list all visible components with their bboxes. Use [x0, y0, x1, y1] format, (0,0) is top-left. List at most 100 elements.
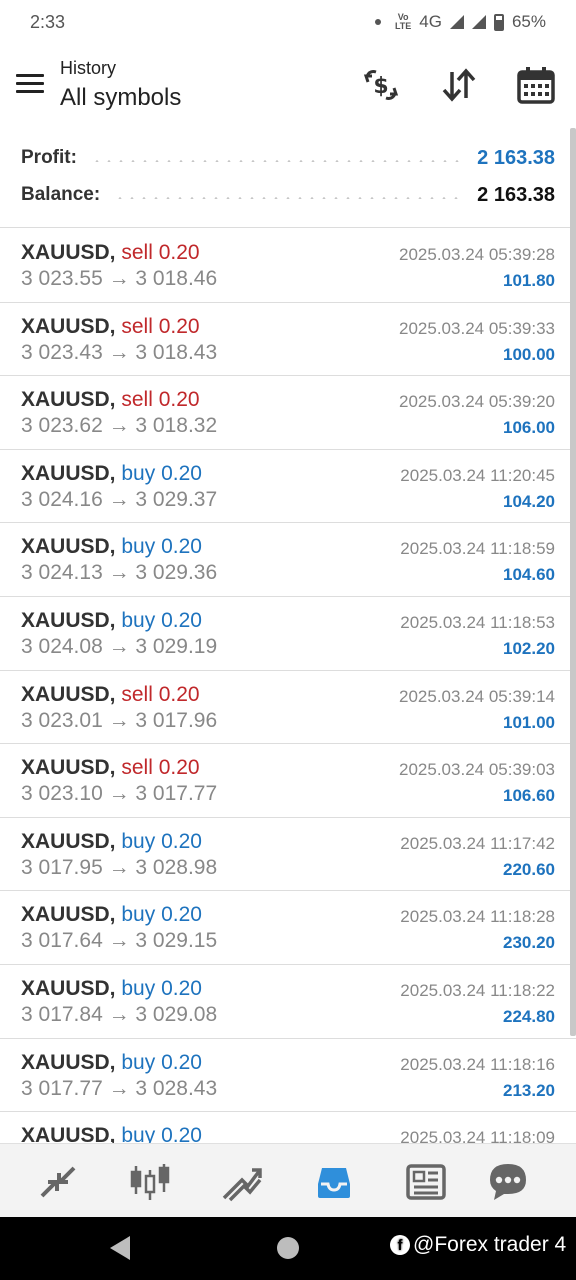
trade-side: buy 0.20 — [121, 461, 202, 485]
trade-row[interactable]: XAUUSD, buy 0.20 3 017.77 → 3 028.43 2025.… — [0, 1039, 576, 1113]
trade-prices: 3 017.84 → 3 029.08 — [21, 1002, 218, 1026]
battery-icon — [493, 13, 504, 31]
trade-prices: 3 024.13 → 3 029.36 — [21, 561, 218, 585]
volte-icon: Vo LTE — [394, 12, 412, 31]
arrow-right-icon: → — [102, 561, 136, 585]
trade-symbol: XAUUSD, buy 0.20 — [21, 830, 202, 854]
trade-time: 2025.03.24 11:18:22 — [400, 980, 555, 1000]
trade-side: buy 0.20 — [121, 1050, 202, 1074]
trade-symbol: XAUUSD, sell 0.20 — [21, 683, 200, 707]
dollar-exchange-icon[interactable]: $ — [360, 64, 402, 106]
trade-profit: 104.60 — [503, 565, 555, 585]
symbol-name: XAUUSD, — [21, 314, 116, 338]
symbol-name: XAUUSD, — [21, 976, 116, 1000]
header-subtitle: History — [60, 58, 117, 78]
candlestick-icon[interactable] — [128, 1160, 172, 1204]
trade-row[interactable]: XAUUSD, buy 0.20 3 024.08 → 3 029.19 2025.… — [0, 597, 576, 671]
trade-profit: 220.60 — [503, 859, 555, 879]
trade-prices: 3 017.95 → 3 028.98 — [21, 855, 218, 879]
system-nav-bar: f @Forex trader 4 — [0, 1217, 576, 1280]
trade-profit: 101.80 — [503, 271, 555, 290]
trade-row[interactable]: XAUUSD, sell 0.20 3 023.10 → 3 017.77 2025… — [0, 744, 576, 818]
chat-bubble-icon[interactable] — [486, 1160, 530, 1204]
trade-time: 2025.03.24 05:39:03 — [399, 760, 555, 780]
arrow-right-icon: → — [102, 1002, 136, 1026]
symbol-name: XAUUSD, — [21, 1050, 116, 1074]
symbol-name: XAUUSD, — [21, 756, 116, 780]
trade-profit: 106.60 — [503, 786, 555, 806]
trade-side: buy 0.20 — [121, 1124, 202, 1143]
trade-time: 2025.03.24 05:39:28 — [399, 245, 555, 264]
trade-row[interactable]: XAUUSD, buy 0.20 3 024.13 → 3 029.36 2025.… — [0, 523, 576, 597]
trade-profit: 213.20 — [503, 1080, 555, 1100]
trade-icon[interactable] — [220, 1160, 264, 1204]
trade-side: sell 0.20 — [121, 388, 200, 412]
trade-row[interactable]: XAUUSD, buy 0.20 3 017.95 → 3 028.98 2025.… — [0, 818, 576, 892]
symbol-name: XAUUSD, — [21, 1124, 116, 1143]
trade-profit: 230.20 — [503, 933, 555, 953]
trade-row[interactable]: XAUUSD, buy 0.20 3 024.16 → 3 029.37 2025.… — [0, 450, 576, 524]
trade-profit: 100.00 — [503, 344, 555, 364]
trade-profit: 104.20 — [503, 491, 555, 511]
trade-symbol: XAUUSD, sell 0.20 — [21, 388, 200, 412]
trade-symbol: XAUUSD, sell 0.20 — [21, 315, 200, 339]
inbox-tray-icon[interactable] — [312, 1160, 356, 1204]
notification-dot-icon — [374, 19, 381, 25]
trade-symbol: XAUUSD, buy 0.20 — [21, 1051, 202, 1075]
trade-side: buy 0.20 — [121, 903, 202, 927]
quotes-icon[interactable] — [36, 1160, 80, 1204]
trade-prices: 3 024.08 → 3 029.19 — [21, 634, 218, 658]
scrollbar[interactable] — [570, 128, 576, 1036]
newspaper-icon[interactable] — [404, 1160, 448, 1204]
status-icons: Vo LTE 4G 65% — [374, 12, 546, 32]
trade-symbol: XAUUSD, buy 0.20 — [21, 535, 202, 559]
trade-history-list[interactable]: XAUUSD, sell 0.20 3 023.55 → 3 018.46 2025… — [0, 229, 576, 1143]
calendar-icon[interactable] — [515, 64, 557, 106]
trade-prices: 3 017.77 → 3 028.43 — [21, 1076, 218, 1100]
trade-time: 2025.03.24 05:39:20 — [399, 392, 555, 412]
dotted-leader — [90, 160, 464, 162]
signal-icon — [449, 15, 464, 29]
trade-time: 2025.03.24 11:18:16 — [400, 1054, 555, 1074]
trade-symbol: XAUUSD, sell 0.20 — [21, 756, 200, 780]
trade-row[interactable]: XAUUSD, buy 0.20 3 017.84 → 3 029.08 2025.… — [0, 965, 576, 1039]
profit-row: Profit: 2 163.38 — [21, 142, 555, 174]
arrow-right-icon: → — [102, 340, 136, 364]
home-icon[interactable] — [277, 1237, 299, 1259]
app-header: History All symbols $ — [0, 44, 576, 130]
trade-row[interactable]: XAUUSD, sell 0.20 3 023.62 → 3 018.32 2025… — [0, 376, 576, 450]
arrow-right-icon: → — [102, 929, 136, 953]
trade-side: buy 0.20 — [121, 976, 202, 1000]
back-icon[interactable] — [110, 1236, 130, 1260]
trade-prices: 3 017.64 → 3 029.15 — [21, 929, 218, 953]
trade-profit: 106.00 — [503, 418, 555, 438]
trade-time: 2025.03.24 05:39:33 — [399, 318, 555, 338]
arrow-right-icon: → — [102, 1076, 136, 1100]
trade-row[interactable]: XAUUSD, sell 0.20 3 023.55 → 3 018.46 2025… — [0, 229, 576, 303]
trade-symbol: XAUUSD, buy 0.20 — [21, 609, 202, 633]
trade-side: sell 0.20 — [121, 682, 200, 706]
menu-button[interactable] — [14, 70, 46, 98]
trade-time: 2025.03.24 11:20:45 — [400, 465, 555, 485]
balance-label: Balance: — [21, 184, 101, 205]
trade-row[interactable]: XAUUSD, sell 0.20 3 023.43 → 3 018.43 2025… — [0, 303, 576, 377]
svg-text:$: $ — [373, 74, 388, 99]
sort-icon[interactable] — [438, 64, 480, 106]
trade-row[interactable]: XAUUSD, sell 0.20 3 023.01 → 3 017.96 2025… — [0, 671, 576, 745]
symbol-name: XAUUSD, — [21, 461, 116, 485]
trade-symbol: XAUUSD, buy 0.20 — [21, 1124, 202, 1143]
trade-row[interactable]: XAUUSD, buy 0.20 3 017.64 → 3 029.15 2025.… — [0, 891, 576, 965]
arrow-right-icon: → — [102, 267, 136, 290]
bottom-navigation — [0, 1143, 576, 1217]
trade-time: 2025.03.24 05:39:14 — [399, 686, 555, 706]
symbol-name: XAUUSD, — [21, 903, 116, 927]
trade-time: 2025.03.24 11:18:59 — [400, 539, 555, 559]
trade-row[interactable]: XAUUSD, buy 0.20 2025.03.24 11:18:09 — [0, 1112, 576, 1143]
watermark-text: @Forex trader 4 — [413, 1233, 567, 1256]
trade-side: sell 0.20 — [121, 314, 200, 338]
page-title[interactable]: All symbols — [60, 84, 181, 112]
arrow-right-icon: → — [102, 487, 136, 511]
trade-profit: 102.20 — [503, 638, 555, 658]
symbol-name: XAUUSD, — [21, 682, 116, 706]
trade-prices: 3 023.01 → 3 017.96 — [21, 708, 218, 732]
